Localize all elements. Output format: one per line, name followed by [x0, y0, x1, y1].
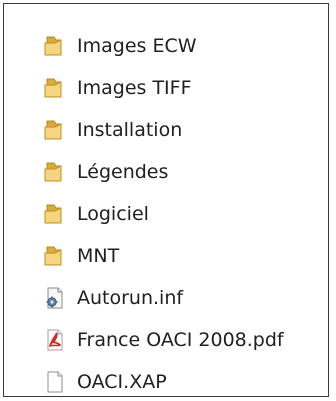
- file-name: Images ECW: [77, 35, 197, 57]
- file-item-installation[interactable]: Installation: [40, 115, 182, 145]
- file-name: Logiciel: [77, 203, 149, 225]
- file-name: Légendes: [77, 161, 169, 183]
- settings-file-icon: [46, 287, 63, 309]
- file-name: France OACI 2008.pdf: [77, 329, 284, 351]
- file-item-images-ecw[interactable]: Images ECW: [40, 31, 197, 61]
- folder-icon: [44, 120, 62, 140]
- file-item-mnt[interactable]: MNT: [40, 241, 119, 271]
- file-item-france-oaci-2008-pdf[interactable]: France OACI 2008.pdf: [40, 325, 284, 355]
- folder-icon: [44, 162, 62, 182]
- file-item-autorun-inf[interactable]: Autorun.inf: [40, 283, 183, 313]
- file-list: Images ECW Images TIFF Installation Lége…: [4, 4, 328, 396]
- folder-icon: [44, 246, 62, 266]
- folder-icon: [44, 204, 62, 224]
- pdf-file-icon: [47, 329, 63, 351]
- file-item-images-tiff[interactable]: Images TIFF: [40, 73, 192, 103]
- file-item-logiciel[interactable]: Logiciel: [40, 199, 149, 229]
- folder-icon: [44, 78, 62, 98]
- file-name: OACI.XAP: [77, 371, 167, 393]
- generic-file-icon: [47, 371, 63, 393]
- file-name: Autorun.inf: [77, 287, 184, 309]
- file-name: Images TIFF: [77, 77, 192, 99]
- file-list-panel: Images ECW Images TIFF Installation Lége…: [3, 3, 329, 397]
- file-item-legendes[interactable]: Légendes: [40, 157, 168, 187]
- file-item-oaci-xap[interactable]: OACI.XAP: [40, 367, 167, 397]
- folder-icon: [44, 36, 62, 56]
- file-name: Installation: [77, 119, 183, 141]
- file-name: MNT: [77, 245, 120, 267]
